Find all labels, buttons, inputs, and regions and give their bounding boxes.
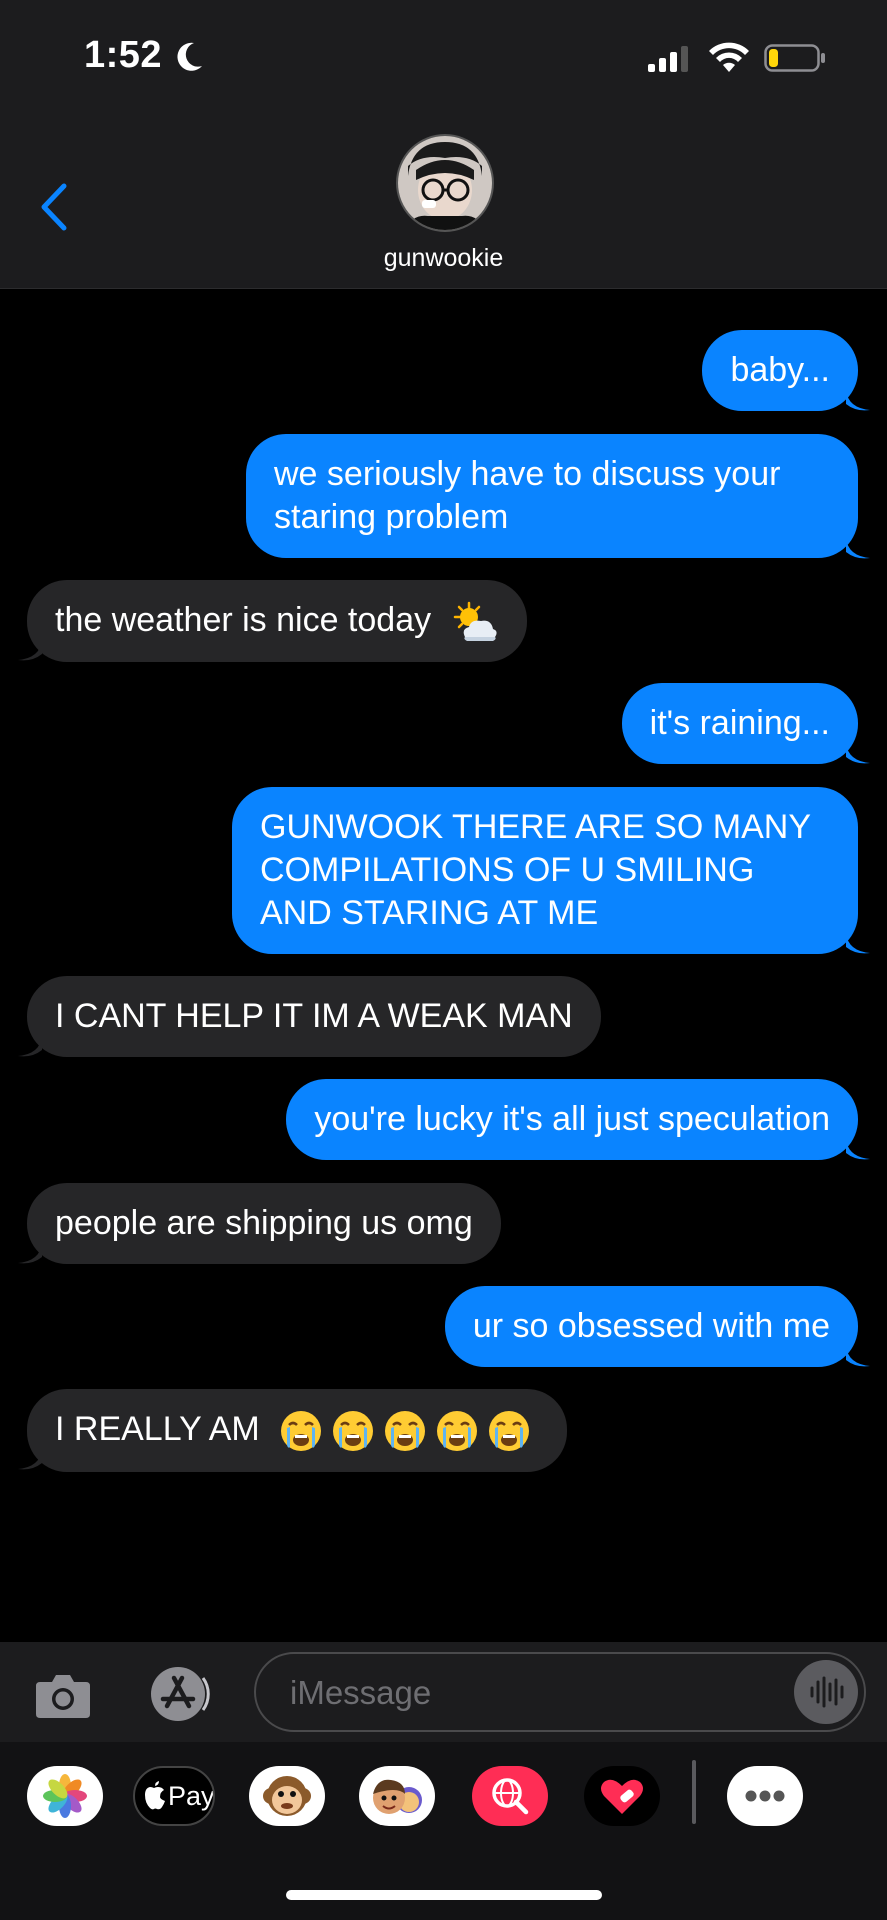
- received-message[interactable]: I CANT HELP IT IM A WEAK MAN: [27, 976, 601, 1057]
- audio-message-button[interactable]: [794, 1660, 858, 1724]
- sent-message[interactable]: you're lucky it's all just speculation: [286, 1079, 858, 1160]
- waveform-icon: [810, 1676, 844, 1708]
- bubble-tail: [846, 538, 870, 559]
- received-message[interactable]: people are shipping us omg: [27, 1183, 501, 1264]
- received-message[interactable]: the weather is nice today: [27, 580, 527, 663]
- loudly-crying-face-icon: [281, 1411, 322, 1452]
- emoji-group: [279, 1410, 539, 1452]
- message-text: people are shipping us omg: [55, 1204, 473, 1242]
- sent-message[interactable]: GUNWOOK THERE ARE SO MANY COMPILATIONS O…: [232, 787, 858, 954]
- cellular-signal-icon: [648, 46, 688, 72]
- bubble-tail: [846, 1346, 870, 1367]
- contact-avatar[interactable]: [396, 134, 494, 232]
- digital-touch-app-icon[interactable]: [584, 1766, 660, 1826]
- loudly-crying-face-icon: [385, 1411, 426, 1452]
- back-chevron-icon[interactable]: [34, 180, 74, 234]
- contact-name[interactable]: gunwookie: [0, 244, 887, 273]
- message-text: I CANT HELP IT IM A WEAK MAN: [55, 997, 573, 1035]
- web-images-app-icon[interactable]: [472, 1766, 548, 1826]
- more-apps-icon[interactable]: [727, 1766, 803, 1826]
- camera-icon[interactable]: [34, 1670, 92, 1720]
- message-text-line: we seriously have to discuss your: [274, 455, 781, 493]
- loudly-crying-face-icon: [489, 1411, 530, 1452]
- sent-message[interactable]: ur so obsessed with me: [444, 1286, 858, 1367]
- message-text-line: COMPILATIONS OF U SMILING: [260, 851, 755, 889]
- bubble-tail: [18, 1243, 42, 1264]
- loudly-crying-face-icon: [437, 1411, 478, 1452]
- home-indicator: [286, 1890, 602, 1900]
- message-text-line: staring problem: [274, 498, 509, 536]
- wifi-icon: [709, 42, 749, 72]
- sent-message[interactable]: it's raining...: [621, 683, 858, 764]
- message-text-line: GUNWOOK THERE ARE SO MANY: [260, 808, 812, 846]
- app-store-icon[interactable]: [142, 1666, 216, 1722]
- message-text: baby...: [730, 351, 830, 389]
- bubble-tail: [846, 1139, 870, 1160]
- apple-pay-label: Pay: [168, 1781, 215, 1811]
- received-message[interactable]: I REALLY AM: [27, 1389, 568, 1473]
- animoji-app-icon[interactable]: [249, 1766, 325, 1826]
- status-time: 1:52: [84, 34, 163, 76]
- photos-app-icon[interactable]: [27, 1766, 103, 1826]
- message-input[interactable]: iMessage: [254, 1652, 866, 1732]
- bubble-tail: [18, 640, 42, 661]
- message-text-line: AND STARING AT ME: [260, 894, 599, 932]
- memoji-app-icon[interactable]: [359, 1766, 435, 1826]
- bubble-tail: [18, 1036, 42, 1057]
- loudly-crying-face-icon: [333, 1411, 374, 1452]
- bubble-tail: [846, 390, 870, 411]
- sent-message[interactable]: baby...: [702, 330, 858, 411]
- sent-message[interactable]: we seriously have to discuss your starin…: [246, 434, 858, 558]
- battery-icon: [764, 42, 826, 74]
- drawer-divider: [692, 1760, 696, 1824]
- apple-logo-icon: [145, 1781, 165, 1810]
- sun-behind-cloud-icon: [453, 601, 497, 642]
- bubble-tail: [846, 933, 870, 954]
- bubble-tail: [846, 743, 870, 764]
- apple-pay-app-icon[interactable]: Pay: [133, 1766, 215, 1826]
- message-text: I REALLY AM: [55, 1410, 260, 1448]
- conversation-header: 1:52 gunwookie: [0, 0, 887, 289]
- message-text: you're lucky it's all just speculation: [314, 1100, 830, 1138]
- message-text: ur so obsessed with me: [472, 1307, 830, 1345]
- moon-icon: [177, 42, 202, 71]
- compose-bar: iMessage: [0, 1642, 887, 1742]
- message-text: the weather is nice today: [55, 601, 432, 639]
- message-text: it's raining...: [649, 704, 830, 742]
- message-input-placeholder: iMessage: [290, 1674, 432, 1711]
- bubble-tail: [18, 1449, 42, 1470]
